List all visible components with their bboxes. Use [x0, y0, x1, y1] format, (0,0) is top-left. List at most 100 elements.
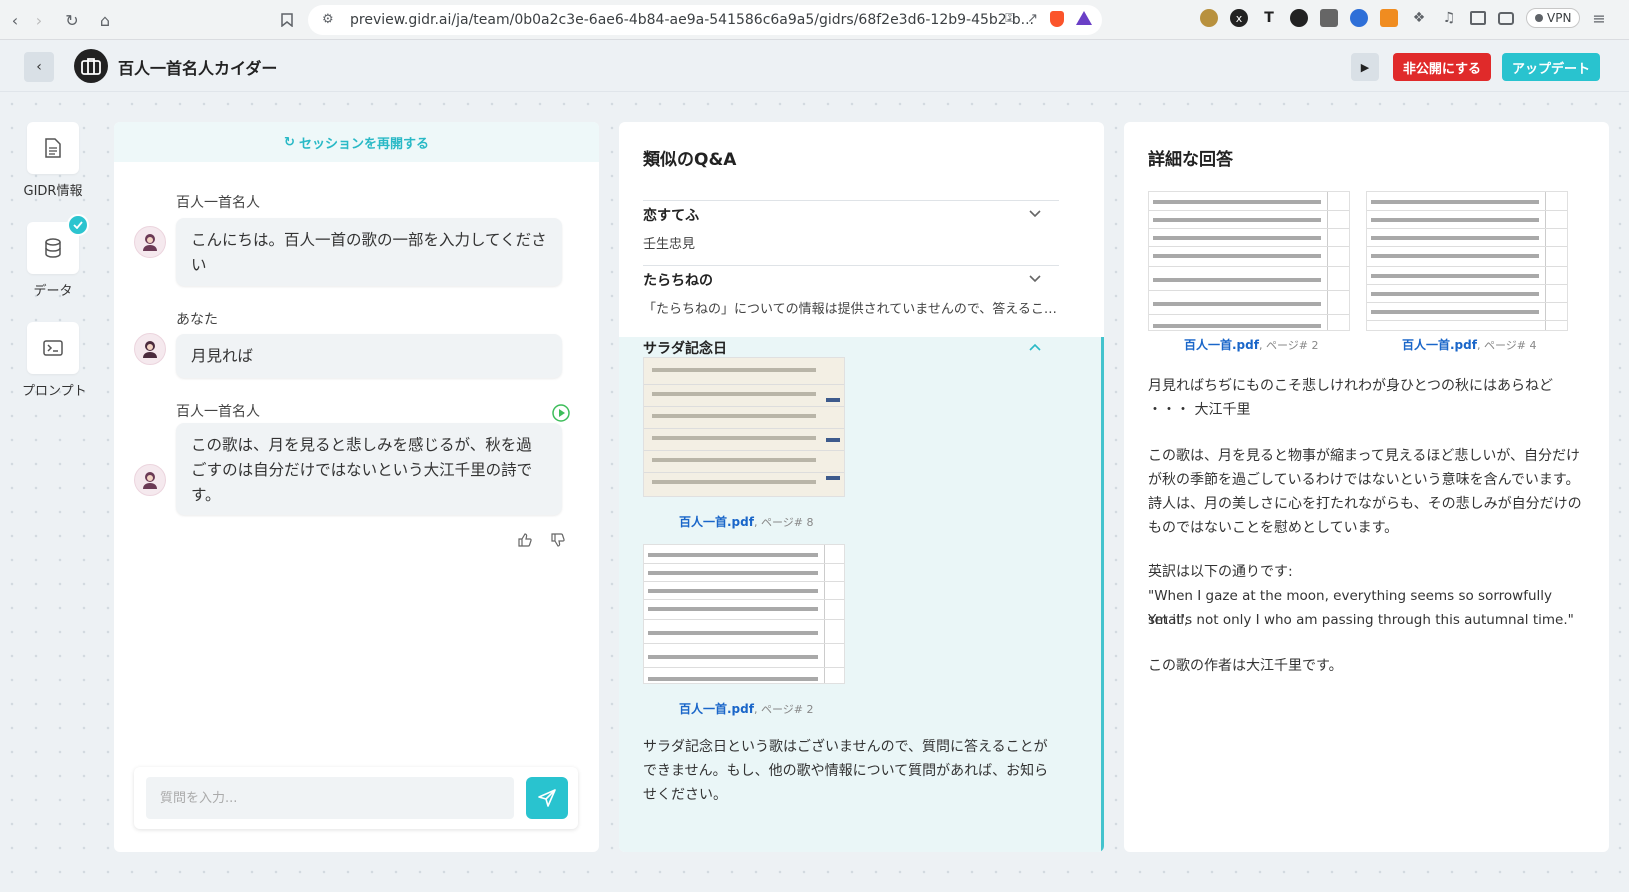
rail-item-gidr-info[interactable]: GIDR情報	[22, 122, 84, 199]
qa-item-answer: 壬生忠見	[643, 237, 696, 252]
app-logo-icon	[74, 49, 108, 83]
extensions-puzzle-icon[interactable]: ❖	[1410, 9, 1428, 27]
source-file-name[interactable]: 百人一首.pdf	[1184, 338, 1259, 352]
media-icon[interactable]: ♫	[1440, 9, 1458, 27]
chat-panel: ↻ セッションを再開する 百人一首名人 こんにちは。百人一首の歌の一部を入力して…	[114, 122, 599, 852]
brave-shield-icon[interactable]	[1050, 11, 1064, 27]
key-icon[interactable]: ⚿	[1005, 11, 1015, 27]
extension-x-icon[interactable]: x	[1230, 9, 1248, 27]
chevron-down-icon	[1029, 210, 1041, 218]
user-avatar	[134, 333, 166, 365]
qa-item-answer: サラダ記念日という歌はございませんので、質問に答えることができません。もし、他の…	[643, 739, 1049, 803]
user-message: 月見れば	[176, 334, 562, 378]
poem-line: 月見ればちぢにものこそ悲しけれわが身ひとつの秋にはあらねど	[1148, 378, 1554, 394]
refresh-icon: ↻	[284, 134, 295, 150]
source-page: , ページ# 8	[753, 516, 814, 529]
source-page: , ページ# 2	[753, 703, 814, 716]
chat-input-area	[134, 767, 578, 829]
play-button[interactable]: ▶	[1351, 53, 1379, 81]
rewards-icon[interactable]	[1076, 11, 1092, 25]
reload-icon[interactable]: ↻	[57, 5, 87, 35]
rail-item-prompt[interactable]: プロンプト	[22, 322, 87, 399]
bot-message: こんにちは。百人一首の歌の一部を入力してください	[176, 218, 562, 286]
check-badge-icon	[67, 214, 89, 236]
source-reference[interactable]: 百人一首.pdf, ページ# 2	[679, 700, 813, 717]
thumbs-down-icon[interactable]	[551, 532, 565, 551]
chevron-up-icon	[1029, 343, 1041, 351]
similar-qa-panel: 類似のQ&A 恋すてふ 壬生忠見 たらちねの 「たらちねの」についての情報は提供…	[619, 122, 1104, 852]
source-file-name[interactable]: 百人一首.pdf	[1402, 338, 1477, 352]
qa-item-title: 恋すてふ	[643, 208, 700, 224]
back-button[interactable]: ‹	[24, 52, 54, 82]
explanation-text: この歌は、月を見ると物事が縮まって見えるほど悲しいが、自分だけが秋の季節を過ごし…	[1148, 448, 1582, 536]
message-sender: 百人一首名人	[176, 404, 260, 420]
update-button[interactable]: アップデート	[1502, 53, 1600, 81]
extension-cookie-icon[interactable]	[1200, 9, 1218, 27]
sidebar-toggle-icon[interactable]	[1470, 11, 1486, 25]
app-header: ‹ 百人一首名人カイダー ▶ 非公開にする アップデート	[0, 40, 1629, 92]
qa-item-title: たらちねの	[643, 273, 713, 289]
extension-orange-icon[interactable]	[1380, 9, 1398, 27]
divider	[643, 265, 1059, 266]
restart-session-label: セッションを再開する	[298, 136, 429, 152]
rail-label-data: データ	[33, 284, 73, 299]
rail-label-gidr-info: GIDR情報	[23, 184, 83, 199]
divider	[643, 200, 1059, 201]
document-icon	[27, 122, 79, 174]
send-icon	[538, 789, 556, 807]
bookmark-icon[interactable]	[272, 5, 302, 35]
qa-item-answer: 「たらちねの」についての情報は提供されていませんので、答えることが...	[643, 302, 1059, 317]
extension-blue-icon[interactable]	[1350, 9, 1368, 27]
extension-hex-icon[interactable]	[1320, 9, 1338, 27]
share-icon[interactable]: ↗	[1027, 11, 1038, 27]
qa-panel-title: 類似のQ&A	[643, 150, 737, 170]
source-file-name[interactable]: 百人一首.pdf	[679, 515, 754, 529]
address-bar[interactable]: ⚙ preview.gidr.ai/ja/team/0b0a2c3e-6ae6-…	[308, 5, 1102, 35]
qa-item-expanded[interactable]: サラダ記念日 百人一首.pdf, ページ# 8 百人一首.pdf, ページ# 2…	[619, 337, 1104, 852]
home-icon[interactable]: ⌂	[90, 5, 120, 35]
pdf-thumbnail[interactable]	[1366, 191, 1568, 331]
rail-label-prompt: プロンプト	[22, 384, 87, 399]
source-page: , ページ# 2	[1258, 339, 1319, 352]
translation-line: Yet it's not only I who am passing throu…	[1148, 612, 1574, 628]
database-icon	[27, 214, 89, 274]
restart-session-button[interactable]: ↻ セッションを再開する	[114, 122, 599, 162]
translation-intro: 英訳は以下の通りです:	[1148, 564, 1293, 580]
extension-t-icon[interactable]: T	[1260, 9, 1278, 27]
thumbs-up-icon[interactable]	[518, 532, 532, 551]
site-settings-icon[interactable]: ⚙	[322, 12, 334, 27]
pdf-thumbnail[interactable]	[643, 544, 845, 684]
url-text: preview.gidr.ai/ja/team/0b0a2c3e-6ae6-4b…	[350, 12, 1034, 28]
vpn-label: VPN	[1547, 11, 1572, 25]
source-page: , ページ# 4	[1476, 339, 1537, 352]
pdf-thumbnail[interactable]	[643, 357, 845, 497]
terminal-icon	[27, 322, 79, 374]
bot-message: この歌は、月を見ると悲しみを感じるが、秋を過ごすのは自分だけではないという大江千…	[176, 423, 562, 515]
message-sender: 百人一首名人	[176, 195, 260, 211]
source-reference[interactable]: 百人一首.pdf, ページ# 4	[1402, 336, 1536, 353]
poem-author-line: ・・・ 大江千里	[1148, 402, 1251, 418]
source-reference[interactable]: 百人一首.pdf, ページ# 8	[679, 513, 813, 530]
qa-item-title: サラダ記念日	[643, 341, 727, 357]
question-input[interactable]	[146, 777, 514, 819]
pdf-thumbnail[interactable]	[1148, 191, 1350, 331]
detail-panel-title: 詳細な回答	[1148, 150, 1233, 170]
vpn-button[interactable]: VPN	[1526, 8, 1581, 28]
browser-toolbar: ‹ › ↻ ⌂ ⚙ preview.gidr.ai/ja/team/0b0a2c…	[0, 0, 1629, 40]
message-sender: あなた	[176, 312, 218, 328]
unpublish-button[interactable]: 非公開にする	[1393, 53, 1491, 81]
app-title: 百人一首名人カイダー	[118, 59, 278, 78]
bot-avatar	[134, 226, 166, 258]
detail-answer-panel: 詳細な回答 百人一首.pdf, ページ# 2 百人一首.pdf, ページ# 4 …	[1124, 122, 1609, 852]
forward-nav-icon[interactable]: ›	[24, 5, 54, 35]
source-file-name[interactable]: 百人一首.pdf	[679, 702, 754, 716]
send-button[interactable]	[526, 777, 568, 819]
chevron-down-icon	[1029, 275, 1041, 283]
source-reference[interactable]: 百人一首.pdf, ページ# 2	[1184, 336, 1318, 353]
author-line: この歌の作者は大江千里です。	[1148, 658, 1343, 674]
bot-avatar	[134, 464, 166, 496]
rail-item-data[interactable]: データ	[22, 214, 89, 299]
wallet-icon[interactable]	[1498, 11, 1514, 25]
extension-ghost-icon[interactable]	[1290, 9, 1308, 27]
menu-icon[interactable]: ≡	[1592, 9, 1605, 28]
